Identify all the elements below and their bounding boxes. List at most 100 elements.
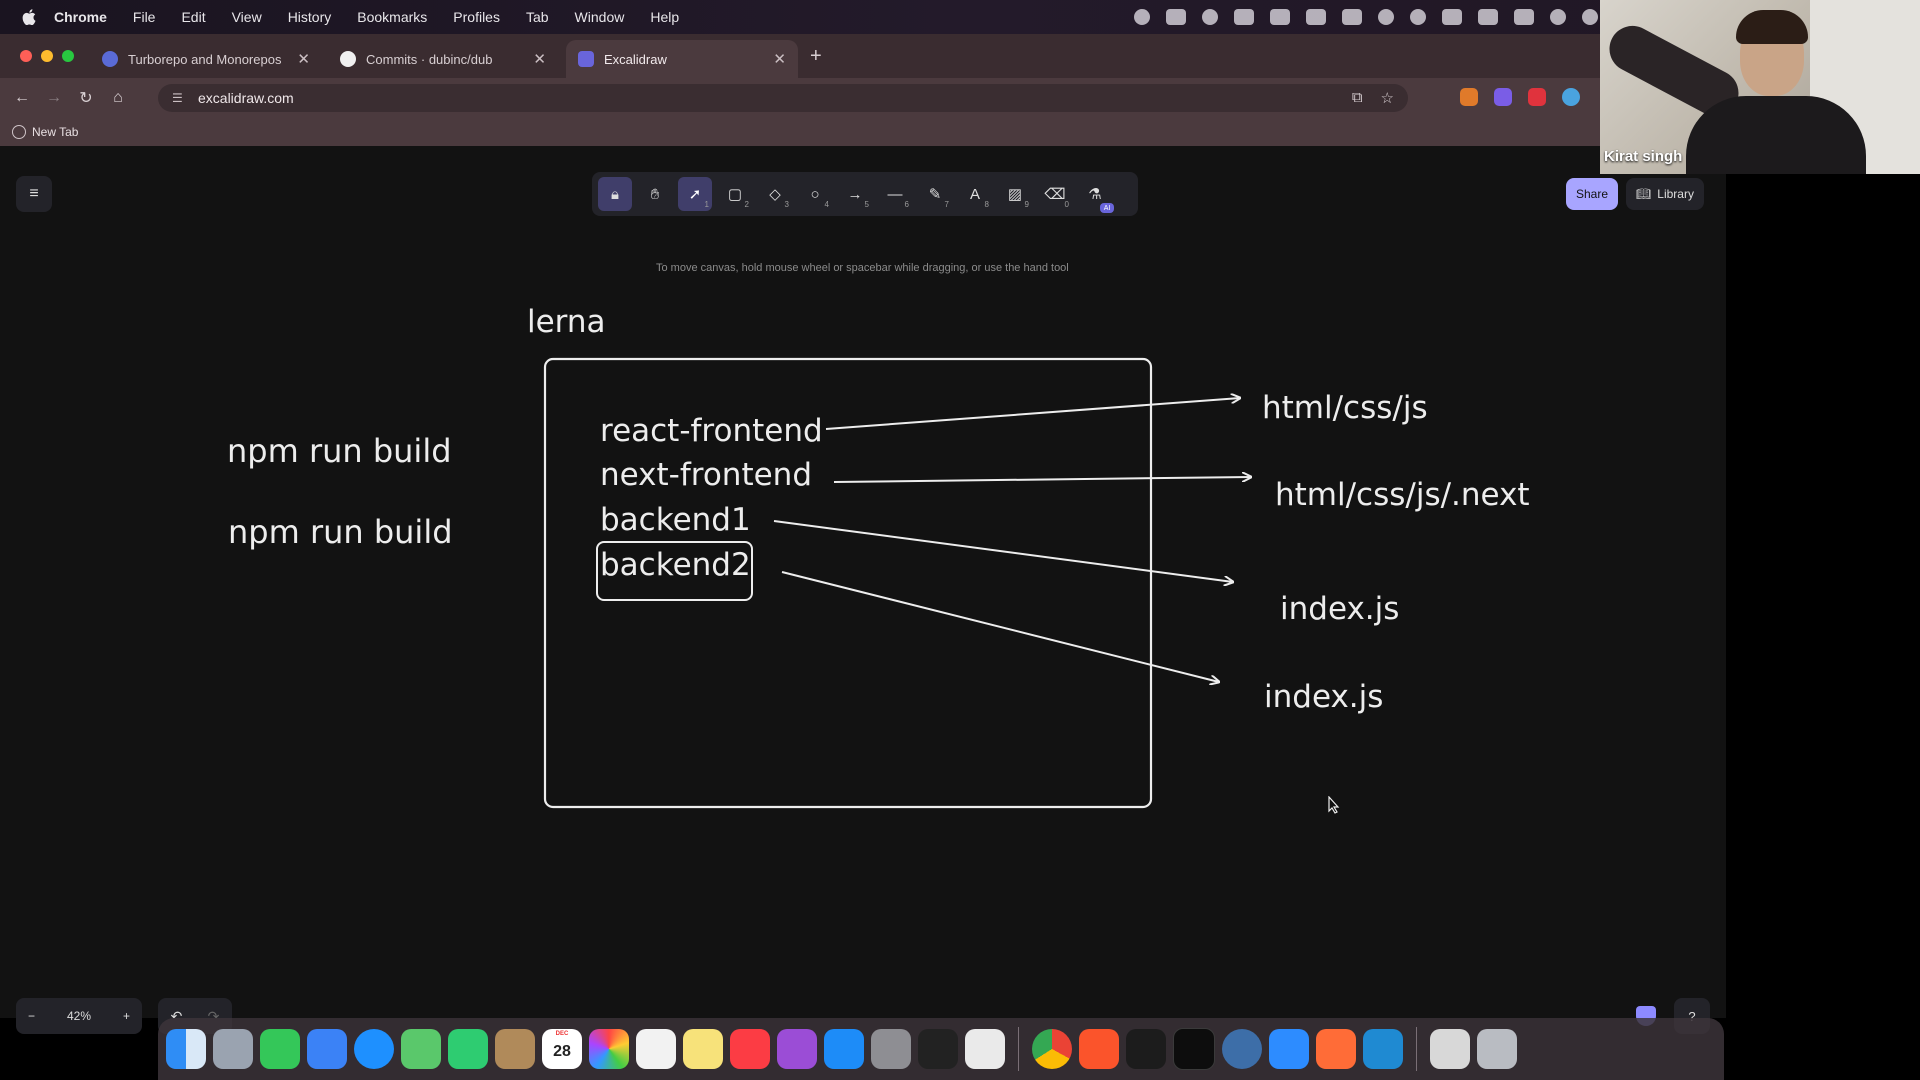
arrow-backend1-to-index[interactable]: [773, 520, 1233, 582]
play-icon[interactable]: [1378, 9, 1395, 25]
bookmark-star-icon[interactable]: ☆: [1381, 89, 1394, 107]
brave-icon[interactable]: [1079, 1029, 1119, 1069]
vscode-icon[interactable]: [1363, 1029, 1403, 1069]
zoom-out-button[interactable]: −: [28, 1009, 35, 1023]
app-store-icon[interactable]: [824, 1029, 864, 1069]
trash-icon[interactable]: [1477, 1029, 1517, 1069]
extension-icon[interactable]: [1562, 88, 1580, 106]
zoom-window-button[interactable]: [62, 50, 74, 62]
podcasts-icon[interactable]: [777, 1029, 817, 1069]
lerna-title[interactable]: lerna: [527, 304, 606, 340]
package-backend1[interactable]: backend1: [600, 502, 751, 538]
calendar-icon[interactable]: DEC 28: [542, 1029, 582, 1069]
maps-icon[interactable]: [401, 1029, 441, 1069]
app-icon[interactable]: [1342, 9, 1363, 25]
excalidraw-canvas[interactable]: ≡ 🔒︎ ✋︎ ➚ 1 ▢ 2 ◇ 3 ○ 4 → 5 —6 ✎ 7 A8 ▨ 9 ⌫ 0 ⚗︎…: [0, 146, 1726, 1034]
safari-icon[interactable]: [354, 1029, 394, 1069]
extension-icon[interactable]: [1528, 88, 1546, 106]
moon-icon[interactable]: [1410, 9, 1427, 25]
close-tab-icon[interactable]: ✕: [533, 50, 546, 68]
dock-separator: [1416, 1027, 1417, 1071]
chrome-icon[interactable]: [1032, 1029, 1072, 1069]
music-icon[interactable]: [730, 1029, 770, 1069]
output-index-js[interactable]: index.js: [1264, 679, 1383, 715]
cast-icon[interactable]: [1306, 9, 1327, 25]
webcam-person-hair: [1736, 10, 1808, 44]
apple-icon[interactable]: [18, 6, 40, 28]
bookmark-new-tab[interactable]: New Tab: [12, 125, 78, 139]
siri-icon[interactable]: [1582, 9, 1599, 25]
postman-icon[interactable]: [1316, 1029, 1356, 1069]
new-tab-button[interactable]: +: [810, 46, 822, 66]
package-react-frontend[interactable]: react-frontend: [600, 413, 823, 449]
iterm-icon[interactable]: [1173, 1028, 1215, 1070]
search-icon[interactable]: [1550, 9, 1567, 25]
proxyman-icon[interactable]: [1222, 1029, 1262, 1069]
finder-icon[interactable]: [166, 1029, 206, 1069]
notes-icon[interactable]: [683, 1029, 723, 1069]
close-tab-icon[interactable]: ✕: [297, 50, 310, 68]
metamask-extension-icon[interactable]: [1460, 88, 1478, 106]
vpn-icon[interactable]: [1234, 9, 1255, 25]
terminal-icon[interactable]: [1126, 1029, 1166, 1069]
system-settings-icon[interactable]: [871, 1029, 911, 1069]
output-html-css-js-next[interactable]: html/css/js/.next: [1275, 477, 1530, 513]
arrow-next-to-html[interactable]: [833, 477, 1251, 483]
contacts-icon[interactable]: [495, 1029, 535, 1069]
control-center-icon[interactable]: [1514, 9, 1535, 25]
output-html-css-js[interactable]: html/css/js: [1262, 390, 1428, 426]
menu-view[interactable]: View: [232, 9, 262, 25]
url-text: excalidraw.com: [198, 90, 294, 106]
browser-toolbar: ← → ↻ ⌂ ☰ excalidraw.com ⧉ ☆: [0, 78, 1726, 118]
menu-help[interactable]: Help: [650, 9, 679, 25]
close-tab-icon[interactable]: ✕: [773, 50, 786, 68]
photos-icon[interactable]: [589, 1029, 629, 1069]
back-icon[interactable]: ←: [12, 88, 32, 108]
extension-icon[interactable]: [1494, 88, 1512, 106]
webcam-name-label: Kirat singh: [1604, 148, 1683, 165]
forward-icon[interactable]: →: [44, 88, 64, 108]
status-icon[interactable]: [1134, 9, 1151, 25]
arrow-backend2-to-index[interactable]: [781, 571, 1219, 682]
home-icon[interactable]: ⌂: [108, 88, 128, 108]
menu-history[interactable]: History: [288, 9, 332, 25]
package-next-frontend[interactable]: next-frontend: [600, 457, 812, 493]
reminders-icon[interactable]: [636, 1029, 676, 1069]
reload-icon[interactable]: ↻: [76, 88, 96, 108]
package-backend2[interactable]: backend2: [600, 547, 751, 583]
menu-app-chrome[interactable]: Chrome: [54, 9, 107, 25]
display-icon[interactable]: [1270, 9, 1291, 25]
wifi-icon[interactable]: [1478, 9, 1499, 25]
menu-edit[interactable]: Edit: [181, 9, 205, 25]
arrow-react-to-html[interactable]: [825, 398, 1240, 430]
npm-run-build-text[interactable]: npm run build: [228, 513, 453, 551]
messages-icon[interactable]: [260, 1029, 300, 1069]
menu-window[interactable]: Window: [575, 9, 625, 25]
site-settings-icon[interactable]: ☰: [172, 90, 188, 106]
downloads-icon[interactable]: [1430, 1029, 1470, 1069]
tab-excalidraw[interactable]: Excalidraw ✕: [566, 40, 798, 78]
close-window-button[interactable]: [20, 50, 32, 62]
zoom-icon[interactable]: [1269, 1029, 1309, 1069]
tab-turborepo[interactable]: Turborepo and Monorepos ✕: [90, 40, 322, 78]
cloud-icon[interactable]: [1166, 9, 1187, 25]
zoom-level[interactable]: 42%: [67, 1009, 91, 1023]
launchpad-icon[interactable]: [213, 1029, 253, 1069]
menu-tab[interactable]: Tab: [526, 9, 549, 25]
facetime-icon[interactable]: [448, 1029, 488, 1069]
tab-github-commits[interactable]: Commits · dubinc/dub ✕: [328, 40, 558, 78]
preview-icon[interactable]: [965, 1029, 1005, 1069]
battery-icon[interactable]: [1442, 9, 1463, 25]
menu-profiles[interactable]: Profiles: [453, 9, 500, 25]
minimize-window-button[interactable]: [41, 50, 53, 62]
npm-run-build-text[interactable]: npm run build: [227, 432, 452, 470]
activity-monitor-icon[interactable]: [918, 1029, 958, 1069]
menu-file[interactable]: File: [133, 9, 156, 25]
zoom-in-button[interactable]: +: [123, 1009, 130, 1023]
mail-icon[interactable]: [307, 1029, 347, 1069]
output-index-js[interactable]: index.js: [1280, 591, 1399, 627]
address-bar[interactable]: ☰ excalidraw.com ⧉ ☆: [158, 84, 1408, 112]
menu-bookmarks[interactable]: Bookmarks: [357, 9, 427, 25]
install-app-icon[interactable]: ⧉: [1352, 89, 1363, 107]
status-icon[interactable]: [1202, 9, 1219, 25]
